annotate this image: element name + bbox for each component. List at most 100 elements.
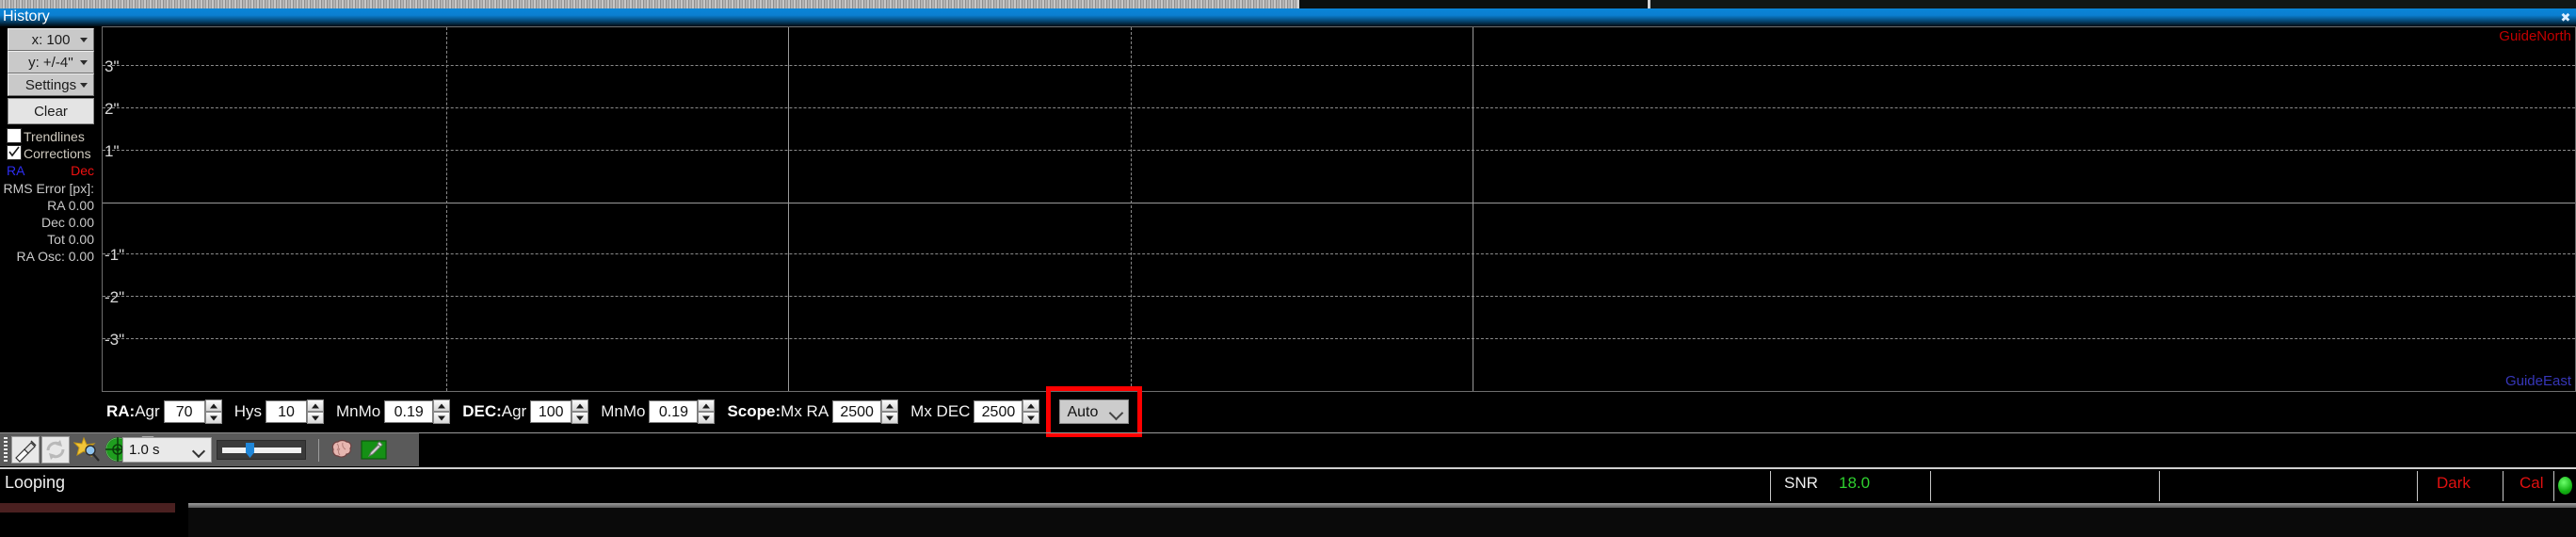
window-title: History: [3, 8, 50, 24]
connect-equipment-button[interactable]: [11, 436, 40, 464]
gamma-slider[interactable]: [217, 440, 306, 460]
title-bar: History ✖: [0, 8, 2576, 26]
stepper-up-icon[interactable]: [881, 399, 899, 412]
x-scale-dropdown[interactable]: x: 100: [8, 28, 94, 51]
connection-led-icon: [2558, 477, 2572, 495]
toolbar-separator-2: [318, 439, 319, 462]
loop-exposure-button[interactable]: [41, 436, 70, 464]
stepper-up-icon[interactable]: [306, 399, 324, 412]
chevron-down-icon: [80, 83, 88, 88]
gridline-y-neg3: [103, 338, 2575, 339]
status-separator-1: [1770, 471, 1771, 501]
history-controls-panel: x: 100 y: +/-4'' Settings Clear Trendlin…: [0, 26, 102, 416]
stepper-up-icon[interactable]: [1022, 399, 1040, 412]
advanced-settings-button[interactable]: [328, 436, 356, 464]
hysteresis-input[interactable]: 10: [265, 400, 307, 423]
status-separator-4: [2417, 471, 2418, 501]
dark-indicator[interactable]: Dark: [2437, 474, 2471, 493]
y-axis-tick-2: 2": [105, 100, 120, 118]
chevron-down-icon: [191, 444, 206, 459]
y-scale-dropdown[interactable]: y: +/-4'': [8, 51, 94, 73]
max-dec-duration-input[interactable]: 2500: [974, 400, 1023, 423]
trendlines-checkbox[interactable]: Trendlines: [7, 128, 85, 144]
camera-settings-button[interactable]: [360, 436, 388, 464]
chevron-down-icon: [80, 60, 88, 65]
stepper-down-icon[interactable]: [306, 412, 324, 424]
scope-bold-label: Scope:: [727, 402, 781, 420]
mx-dec-label: Mx DEC: [910, 402, 971, 420]
gridline-y-neg1: [103, 253, 2575, 254]
gridline-y-2: [103, 107, 2575, 108]
ra-agr-label: Agr: [135, 402, 160, 420]
exposure-time-dropdown[interactable]: 1.0 s: [122, 437, 212, 463]
stepper-up-icon[interactable]: [698, 399, 716, 412]
stepper-down-icon[interactable]: [433, 412, 451, 424]
gamma-slider-thumb[interactable]: [246, 443, 254, 458]
rms-error-dec: Dec 0.00: [40, 215, 94, 230]
stepper-up-icon[interactable]: [433, 399, 451, 412]
stepper-down-icon[interactable]: [698, 412, 716, 424]
mx-ra-label: Mx RA: [781, 402, 829, 420]
snr-value: 18.0: [1839, 474, 1871, 492]
gridline-x-3: [1131, 27, 1132, 391]
chrome-texture: [0, 0, 1299, 8]
clear-button[interactable]: Clear: [8, 98, 94, 124]
footer-panel: [188, 508, 2576, 537]
auto-select-star-icon: [72, 436, 100, 462]
dec-minmove-input[interactable]: 0.19: [649, 400, 699, 423]
loop-refresh-icon: [46, 440, 65, 460]
status-separator-5: [2503, 471, 2504, 501]
toolbar-drag-handle[interactable]: [4, 437, 8, 463]
settings-label: Settings: [24, 77, 77, 93]
window-footer: [0, 503, 2576, 537]
ra-minmove-input[interactable]: 0.19: [384, 400, 434, 423]
legend-ra: RA: [7, 163, 25, 178]
legend-dec: Dec: [71, 163, 94, 178]
max-dec-duration-stepper[interactable]: [1022, 399, 1040, 424]
max-ra-duration-input[interactable]: 2500: [832, 400, 882, 423]
y-axis-tick-neg2: -2": [105, 288, 125, 306]
guide-east-annotation: GuideEast: [2504, 373, 2571, 389]
y-axis-tick-neg1: -1": [105, 246, 125, 264]
phd2-history-window: History ✖ x: 100 y: +/-4'' Settings Clea…: [0, 0, 2576, 537]
trendlines-label: Trendlines: [24, 129, 85, 144]
stepper-down-icon[interactable]: [1022, 412, 1040, 424]
chrome-dark-panel-2: [1650, 0, 2576, 8]
status-message: Looping: [5, 473, 66, 492]
stepper-up-icon[interactable]: [204, 399, 222, 412]
auto-select-star-button[interactable]: [72, 436, 102, 464]
dec-minmove-label: MnMo: [601, 402, 646, 420]
ra-aggressiveness-input[interactable]: 70: [163, 400, 205, 423]
stepper-down-icon[interactable]: [881, 412, 899, 424]
footer-accent: [0, 503, 175, 513]
checkbox-unchecked-icon: [7, 128, 22, 143]
max-ra-duration-stepper[interactable]: [881, 399, 899, 424]
settings-dropdown[interactable]: Settings: [8, 73, 94, 96]
cal-indicator[interactable]: Cal: [2520, 474, 2544, 493]
toolbar-divider: [419, 432, 2576, 433]
ra-aggressiveness-stepper[interactable]: [204, 399, 222, 424]
dec-minmove-stepper[interactable]: [698, 399, 716, 424]
ra-minmove-stepper[interactable]: [433, 399, 451, 424]
dec-aggressiveness-stepper[interactable]: [572, 399, 589, 424]
hysteresis-stepper[interactable]: [306, 399, 324, 424]
rms-error-ra: RA 0.00: [47, 198, 94, 213]
stepper-down-icon[interactable]: [204, 412, 222, 424]
dec-aggressiveness-input[interactable]: 100: [530, 400, 572, 423]
advanced-settings-brain-icon: [331, 439, 352, 458]
gridline-y-neg2: [103, 296, 2575, 297]
dec-guide-mode-wrapper: Auto: [1046, 386, 1143, 437]
status-separator-2: [1930, 471, 1931, 501]
y-scale-label: y: +/-4'': [28, 55, 73, 71]
scope-group-label: Scope:Mx RA: [727, 402, 829, 421]
camera-settings-icon: [361, 440, 387, 460]
gridline-x-1: [446, 27, 447, 391]
rms-error-header: RMS Error [px]:: [3, 181, 94, 196]
corrections-checkbox[interactable]: Corrections: [7, 145, 91, 161]
close-icon[interactable]: ✖: [2559, 8, 2572, 26]
guiding-history-graph[interactable]: 3" 2" 1" -1" -2" -3" GuideNorth GuideEas…: [102, 26, 2576, 392]
ra-bold-label: RA:: [106, 402, 136, 420]
stepper-down-icon[interactable]: [572, 412, 589, 424]
ra-oscillation: RA Osc: 0.00: [16, 249, 94, 264]
stepper-up-icon[interactable]: [572, 399, 589, 412]
